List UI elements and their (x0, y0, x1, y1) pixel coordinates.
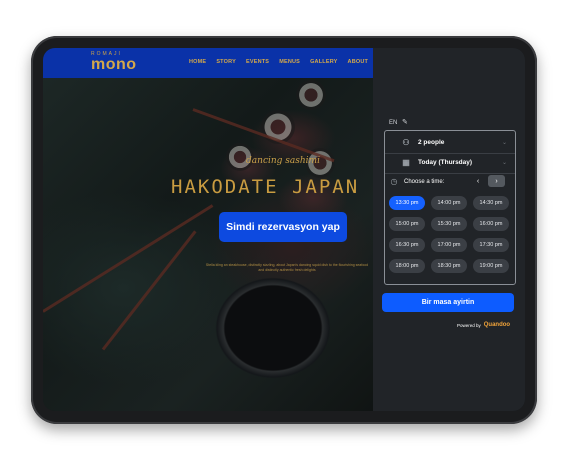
divider (385, 173, 515, 174)
site-logo[interactable]: mono (91, 56, 137, 74)
next-times-button[interactable]: › (488, 175, 505, 187)
chopstick-image (43, 204, 214, 313)
time-slot[interactable]: 16:00 pm (473, 217, 509, 231)
time-slot[interactable]: 14:00 pm (431, 196, 467, 210)
nav-story[interactable]: STORY (216, 59, 236, 65)
time-header: ◷ Choose a time: (389, 177, 445, 186)
time-slot[interactable]: 19:00 pm (473, 259, 509, 273)
nav-links: HOME STORY EVENTS MENUS GALLERY ABOUT (189, 59, 373, 65)
time-slot-selected[interactable]: 13:30 pm (389, 196, 425, 210)
clock-icon: ◷ (390, 177, 398, 186)
screen: ROMAJI mono HOME STORY EVENTS MENUS GALL… (43, 48, 525, 411)
sushi-image (296, 80, 326, 110)
hero-description-line: and distinctly authentic fresh delights (258, 268, 316, 272)
time-slot[interactable]: 18:30 pm (431, 259, 467, 273)
booking-panel: EN ✎ ⚇ 2 people ⌄ ▦ Today (Thursday) ⌄ ◷… (373, 48, 525, 411)
chopstick-image (101, 230, 197, 351)
chevron-down-icon: ⌄ (501, 160, 507, 166)
time-slot[interactable]: 15:30 pm (431, 217, 467, 231)
reserve-now-button[interactable]: Simdi rezervasyon yap (219, 212, 347, 242)
prev-times-button[interactable]: ‹ (472, 175, 484, 187)
calendar-icon: ▦ (402, 158, 410, 167)
time-slot[interactable]: 17:30 pm (473, 238, 509, 252)
guests-value: 2 people (418, 139, 445, 146)
nav-home[interactable]: HOME (189, 59, 206, 65)
people-icon: ⚇ (402, 138, 410, 147)
date-selector[interactable]: ▦ Today (Thursday) (401, 158, 472, 167)
hero-description: Stella kling an steakhouse, distinctly s… (203, 263, 371, 273)
hero-headline: HAKODATE JAPAN SEAF (171, 176, 373, 198)
edit-icon[interactable]: ✎ (402, 118, 408, 126)
tablet-frame: ROMAJI mono HOME STORY EVENTS MENUS GALL… (31, 36, 537, 424)
nav-about[interactable]: ABOUT (348, 59, 369, 65)
quandoo-logo[interactable]: Quandoo (484, 322, 510, 328)
divider (385, 153, 515, 154)
time-slot[interactable]: 17:00 pm (431, 238, 467, 252)
site-nav: ROMAJI mono HOME STORY EVENTS MENUS GALL… (43, 48, 373, 78)
language-selector[interactable]: EN (389, 120, 397, 126)
nav-events[interactable]: EVENTS (246, 59, 269, 65)
nav-gallery[interactable]: GALLERY (310, 59, 337, 65)
date-value: Today (Thursday) (418, 159, 473, 166)
time-slot[interactable]: 18:00 pm (389, 259, 425, 273)
time-slot[interactable]: 14:30 pm (473, 196, 509, 210)
restaurant-site: ROMAJI mono HOME STORY EVENTS MENUS GALL… (43, 48, 373, 411)
powered-by: Powered by Quandoo (457, 322, 510, 328)
book-table-button[interactable]: Bir masa ayirtin (382, 293, 514, 312)
script-tagline: dancing sashimi (246, 156, 320, 166)
choose-time-label: Choose a time: (404, 178, 445, 185)
chevron-down-icon: ⌄ (501, 140, 507, 146)
nav-menus[interactable]: MENUS (279, 59, 300, 65)
guests-selector[interactable]: ⚇ 2 people (401, 138, 444, 147)
powered-by-label: Powered by (457, 322, 481, 328)
time-slot[interactable]: 16:30 pm (389, 238, 425, 252)
time-slot[interactable]: 15:00 pm (389, 217, 425, 231)
